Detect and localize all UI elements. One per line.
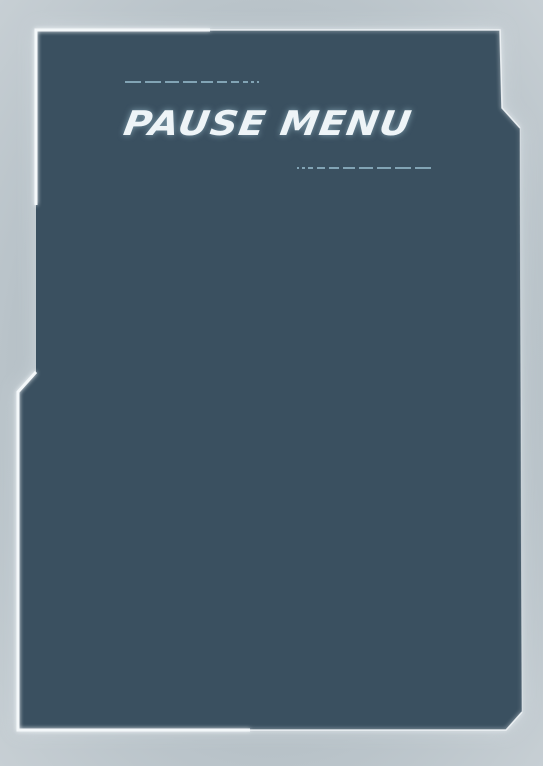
bottom-decorative-dashes [297,167,432,170]
page-title: Pause Menu [120,104,415,144]
top-decorative-dashes [125,81,260,84]
